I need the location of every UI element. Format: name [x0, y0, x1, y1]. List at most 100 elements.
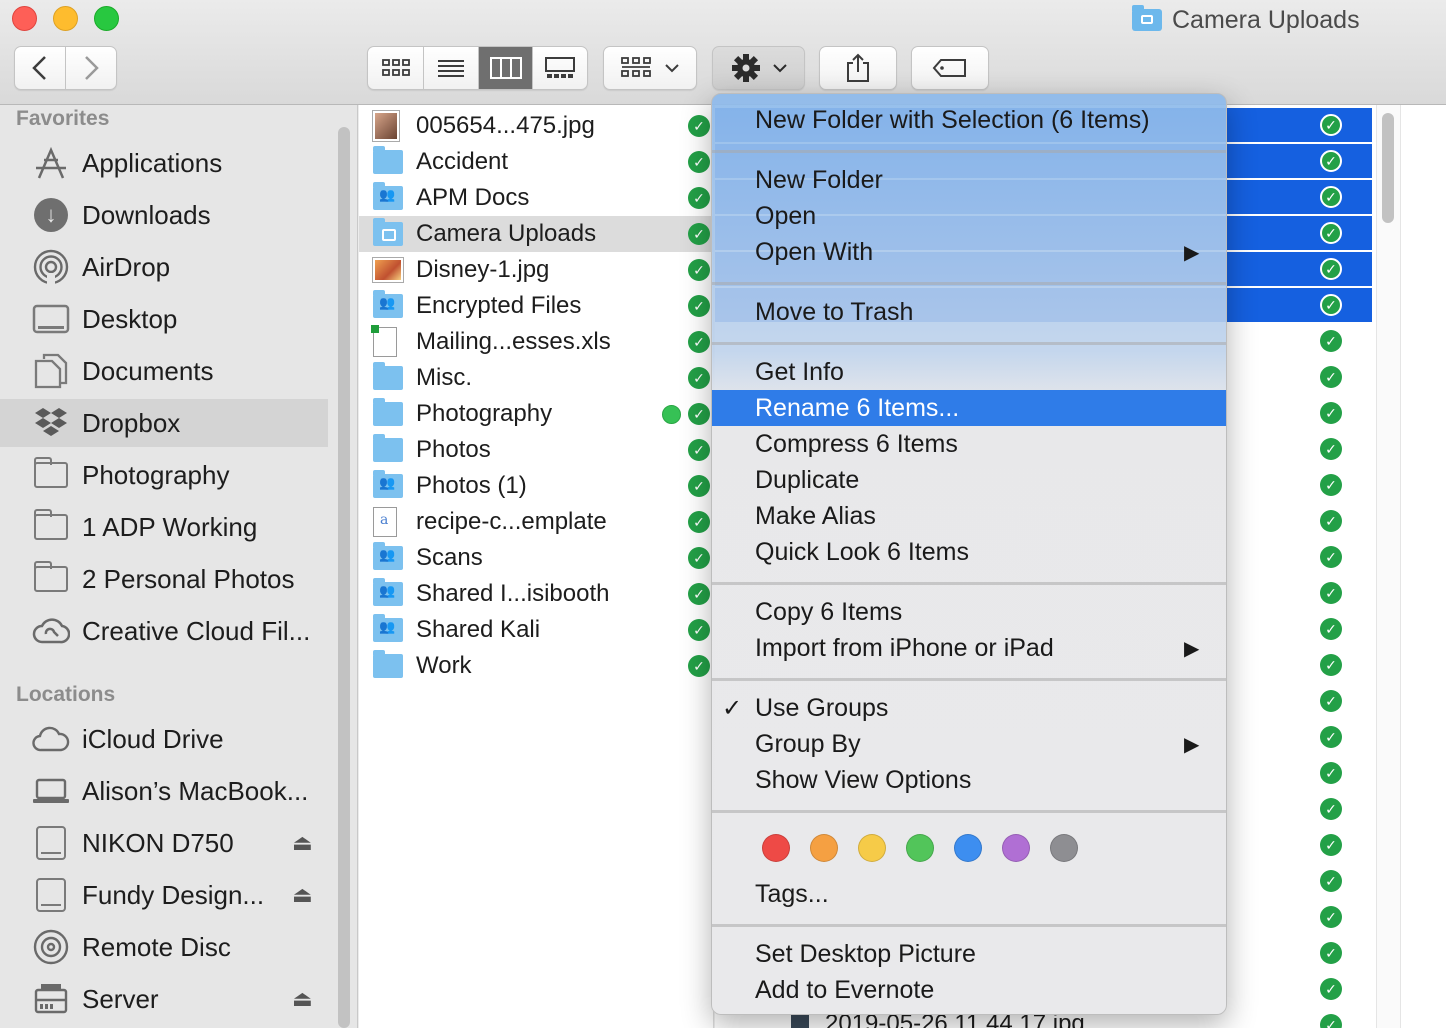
menu-item-group-by[interactable]: Group By ▶ — [712, 726, 1226, 762]
file-row[interactable]: Disney-1.jpg ✓ — [359, 252, 714, 288]
sync-check-icon: ✓ — [1320, 330, 1342, 352]
file-row[interactable]: Mailing...esses.xls ✓ — [359, 324, 714, 360]
sidebar-item-nikon-d750[interactable]: NIKON D750 ⏏ — [0, 819, 328, 867]
sidebar-item-dropbox[interactable]: Dropbox — [0, 399, 328, 447]
file-row[interactable]: Shared I...isibooth ✓ — [359, 576, 714, 612]
tag-color-dot[interactable] — [810, 834, 838, 862]
back-button[interactable] — [15, 47, 66, 89]
file-row[interactable]: Shared Kali ✓ — [359, 612, 714, 648]
menu-item-get-info[interactable]: Get Info — [712, 354, 1226, 390]
menu-item-open[interactable]: Open — [712, 198, 1226, 234]
file-row[interactable]: Photography ✓ — [359, 396, 714, 432]
action-menu-button[interactable] — [712, 46, 805, 90]
action-context-menu: New Folder with Selection (6 Items) New … — [711, 93, 1227, 1015]
sidebar-item-applications[interactable]: Applications — [0, 139, 328, 187]
file-row[interactable]: APM Docs ✓ — [359, 180, 714, 216]
close-window-button[interactable] — [12, 6, 37, 31]
sidebar-item-creative-cloud[interactable]: Creative Cloud Fil... — [0, 607, 328, 655]
file-row[interactable]: 005654...475.jpg ✓ — [359, 108, 714, 144]
sync-check-icon: ✓ — [1320, 942, 1342, 964]
menu-item-tags[interactable]: Tags... — [712, 876, 1226, 912]
menu-item-add-to-evernote[interactable]: Add to Evernote — [712, 972, 1226, 1008]
file-row[interactable]: Misc. ✓ — [359, 360, 714, 396]
file-row[interactable]: recipe-c...emplate ✓ — [359, 504, 714, 540]
menu-item-use-groups[interactable]: ✓ Use Groups — [712, 690, 1226, 726]
menu-item-quick-look[interactable]: Quick Look 6 Items — [712, 534, 1226, 570]
sidebar-item-desktop[interactable]: Desktop — [0, 295, 328, 343]
drive-icon — [32, 876, 70, 914]
file-name: APM Docs — [416, 184, 530, 211]
tag-color-dot[interactable] — [1002, 834, 1030, 862]
sync-check-icon: ✓ — [1320, 222, 1342, 244]
dropbox-icon — [32, 404, 70, 442]
menu-separator — [712, 678, 1226, 681]
menu-item-set-desktop-picture[interactable]: Set Desktop Picture — [712, 936, 1226, 972]
group-by-button[interactable] — [603, 46, 697, 90]
sidebar-item-photography[interactable]: Photography — [0, 451, 328, 499]
column-view-button[interactable] — [478, 47, 534, 89]
file-row-selected[interactable]: Camera Uploads ✓ — [359, 216, 714, 252]
tag-color-dot[interactable] — [954, 834, 982, 862]
edit-tags-button[interactable] — [911, 46, 989, 90]
sidebar-item-server[interactable]: Server ⏏ — [0, 975, 328, 1023]
gallery-view-button[interactable] — [533, 47, 587, 89]
sidebar-scrollbar[interactable] — [336, 105, 352, 1028]
menu-separator — [712, 150, 1226, 153]
menu-item-move-to-trash[interactable]: Move to Trash — [712, 294, 1226, 330]
file-name: Photos (1) — [416, 472, 527, 499]
sync-check-icon: ✓ — [688, 151, 710, 173]
scrollbar-thumb[interactable] — [1382, 113, 1394, 223]
forward-button[interactable] — [66, 47, 117, 89]
sync-check-icon: ✓ — [688, 439, 710, 461]
menu-item-open-with[interactable]: Open With ▶ — [712, 234, 1226, 270]
file-row[interactable]: Work ✓ — [359, 648, 714, 684]
sync-check-icon: ✓ — [1320, 762, 1342, 784]
tag-color-dot[interactable] — [858, 834, 886, 862]
file-row[interactable]: Accident ✓ — [359, 144, 714, 180]
next-column-edge — [1400, 105, 1446, 1028]
icon-view-button[interactable] — [368, 47, 425, 89]
menu-item-make-alias[interactable]: Make Alias — [712, 498, 1226, 534]
tag-color-dot[interactable] — [1050, 834, 1078, 862]
menu-item-new-folder-with-selection[interactable]: New Folder with Selection (6 Items) — [712, 102, 1226, 138]
menu-separator — [712, 582, 1226, 585]
sidebar-item-fundy-design[interactable]: Fundy Design... ⏏ — [0, 871, 328, 919]
tag-color-dot[interactable] — [906, 834, 934, 862]
sidebar-item-2-personal-photos[interactable]: 2 Personal Photos — [0, 555, 328, 603]
sidebar-item-documents[interactable]: Documents — [0, 347, 328, 395]
shared-folder-icon — [373, 614, 403, 642]
menu-item-rename[interactable]: Rename 6 Items... — [712, 390, 1226, 426]
share-button[interactable] — [819, 46, 897, 90]
menu-item-duplicate[interactable]: Duplicate — [712, 462, 1226, 498]
file-row[interactable]: Photos ✓ — [359, 432, 714, 468]
scrollbar-thumb[interactable] — [338, 127, 350, 1028]
file-row[interactable]: Photos (1) ✓ — [359, 468, 714, 504]
folder-icon — [373, 362, 403, 390]
sidebar-item-airdrop[interactable]: AirDrop — [0, 243, 328, 291]
minimize-window-button[interactable] — [53, 6, 78, 31]
menu-item-copy[interactable]: Copy 6 Items — [712, 594, 1226, 630]
file-row[interactable]: Encrypted Files ✓ — [359, 288, 714, 324]
column-scrollbar[interactable] — [1376, 105, 1400, 1028]
file-name: Camera Uploads — [416, 220, 597, 247]
sync-check-icon: ✓ — [1320, 438, 1342, 460]
menu-item-show-view-options[interactable]: Show View Options — [712, 762, 1226, 798]
sidebar-item-downloads[interactable]: ↓ Downloads — [0, 191, 328, 239]
eject-icon[interactable]: ⏏ — [292, 830, 313, 856]
list-view-button[interactable] — [424, 47, 479, 89]
sidebar-item-remote-disc[interactable]: Remote Disc — [0, 923, 328, 971]
menu-item-import-from-iphone[interactable]: Import from iPhone or iPad ▶ — [712, 630, 1226, 666]
sidebar-item-macbook[interactable]: Alison’s MacBook... — [0, 767, 328, 815]
eject-icon[interactable]: ⏏ — [292, 986, 313, 1012]
zoom-window-button[interactable] — [94, 6, 119, 31]
tag-color-dot[interactable] — [762, 834, 790, 862]
sidebar-item-icloud-drive[interactable]: iCloud Drive — [0, 715, 328, 763]
file-row[interactable]: Scans ✓ — [359, 540, 714, 576]
menu-item-compress[interactable]: Compress 6 Items — [712, 426, 1226, 462]
menu-item-new-folder[interactable]: New Folder — [712, 162, 1226, 198]
sidebar-item-1-adp-working[interactable]: 1 ADP Working — [0, 503, 328, 551]
sidebar-item-label: Applications — [82, 147, 223, 178]
share-icon — [847, 53, 869, 82]
file-name: Scans — [416, 544, 483, 571]
eject-icon[interactable]: ⏏ — [292, 882, 313, 908]
